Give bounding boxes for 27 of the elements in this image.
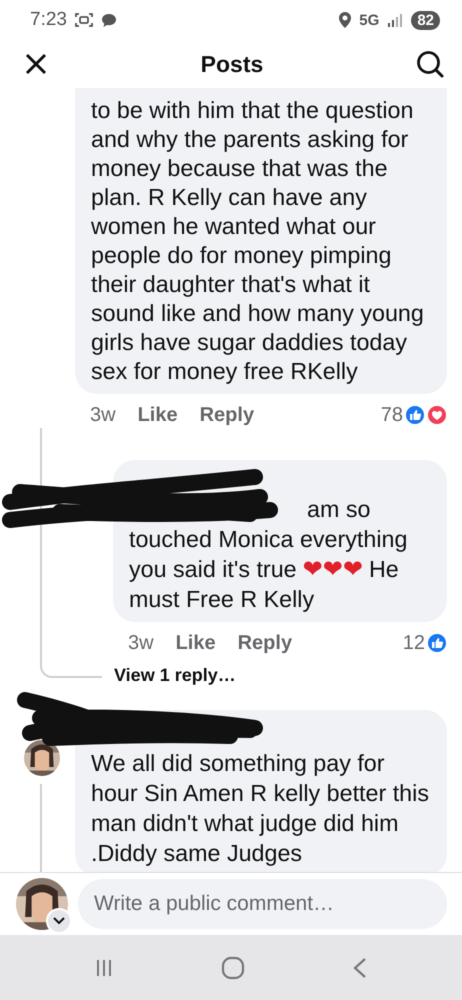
reaction-count: 12 bbox=[402, 632, 425, 654]
close-button[interactable] bbox=[24, 52, 48, 76]
reaction-count: 78 bbox=[380, 404, 403, 426]
comment-input-field[interactable]: Write a public comment… bbox=[78, 879, 447, 929]
chevron-down-icon[interactable] bbox=[46, 908, 72, 934]
comment-text: We all did something pay for hour Sin Amen R kelly better this man didn't what judge did him .Diddy same Judges bbox=[91, 749, 430, 868]
page-title: Posts bbox=[200, 50, 264, 78]
comment-time: 3w bbox=[90, 404, 116, 426]
signal-icon bbox=[387, 13, 404, 27]
reply-link[interactable]: Reply bbox=[238, 632, 292, 654]
comment-text: to be with him that the question and why the parents asking for money because that was the plan. R Kelly can have any women he wanted what our people do for money pimping their daughter that's what it sound like and how many young girls have sugar daddies today sex for money free RKelly bbox=[91, 96, 425, 386]
back-button[interactable] bbox=[352, 956, 368, 978]
comment-time: 3w bbox=[128, 632, 154, 654]
network-label: 5G bbox=[359, 12, 380, 28]
search-button[interactable] bbox=[416, 50, 444, 78]
chat-icon bbox=[100, 12, 117, 28]
battery-level: 82 bbox=[411, 10, 440, 30]
status-time: 7:23 bbox=[30, 9, 67, 31]
avatar[interactable] bbox=[24, 740, 60, 776]
like-link[interactable]: Like bbox=[176, 632, 216, 654]
view-replies-link[interactable]: View 1 reply… bbox=[114, 665, 236, 686]
home-button[interactable] bbox=[220, 956, 245, 980]
location-icon bbox=[339, 12, 352, 28]
reply-link[interactable]: Reply bbox=[200, 404, 254, 426]
reply-text: am so touched Monica everything you said it's true ❤❤❤ He must Free R Kelly bbox=[129, 495, 408, 614]
screenshot-icon bbox=[74, 12, 93, 28]
like-link[interactable]: Like bbox=[138, 404, 178, 426]
